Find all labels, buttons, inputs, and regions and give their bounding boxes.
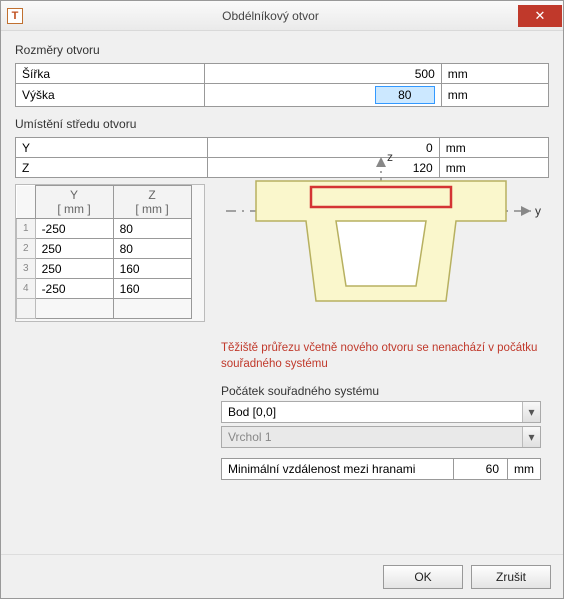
center-z-label: Z: [16, 158, 208, 178]
coord-table-wrap: Y [ mm ] Z [ mm ] 1 -250 80 2 250 8: [15, 184, 205, 322]
width-unit: mm: [441, 64, 548, 84]
dialog-footer: OK Zrušit: [1, 554, 563, 598]
table-row[interactable]: 2 250 80: [17, 239, 192, 259]
table-empty-row[interactable]: [17, 299, 192, 319]
height-unit: mm: [441, 84, 548, 107]
chevron-down-icon: ▾: [522, 402, 540, 422]
center-y-label: Y: [16, 138, 208, 158]
coord-header-y: Y [ mm ]: [35, 186, 113, 219]
coord-table[interactable]: Y [ mm ] Z [ mm ] 1 -250 80 2 250 8: [16, 185, 192, 319]
section-diagram: y z: [221, 151, 541, 331]
height-label: Výška: [16, 84, 205, 107]
center-section-label: Umístění středu otvoru: [15, 117, 549, 131]
min-dist-unit: mm: [508, 459, 541, 480]
axis-z-label: z: [387, 151, 393, 164]
min-dist-label: Minimální vzdálenost mezi hranami: [222, 459, 454, 480]
ok-button[interactable]: OK: [383, 565, 463, 589]
min-dist-value-cell[interactable]: [454, 459, 508, 480]
cell-y[interactable]: 250: [35, 259, 113, 279]
origin-combo[interactable]: Bod [0,0] ▾: [221, 401, 541, 423]
row-num: [17, 299, 36, 319]
cell-z[interactable]: 80: [113, 239, 191, 259]
cell-y[interactable]: -250: [35, 219, 113, 239]
vertex-combo: Vrchol 1 ▾: [221, 426, 541, 448]
row-num: 3: [17, 259, 36, 279]
origin-label: Počátek souřadného systému: [221, 384, 545, 398]
row-num: 4: [17, 279, 36, 299]
cell-z[interactable]: 160: [113, 259, 191, 279]
vertex-combo-value: Vrchol 1: [222, 430, 522, 444]
diagram-svg: y z: [221, 151, 541, 331]
coord-corner: [17, 186, 36, 219]
dimensions-table: Šířka mm Výška mm: [15, 63, 549, 107]
width-label: Šířka: [16, 64, 205, 84]
table-row[interactable]: 1 -250 80: [17, 219, 192, 239]
cell-y[interactable]: -250: [35, 279, 113, 299]
height-value-cell[interactable]: [204, 84, 441, 107]
row-num: 2: [17, 239, 36, 259]
titlebar: T Obdélníkový otvor ✕: [1, 1, 563, 31]
height-input[interactable]: [375, 86, 435, 104]
app-icon: T: [7, 8, 23, 24]
close-button[interactable]: ✕: [518, 5, 562, 27]
dialog-window: T Obdélníkový otvor ✕ Rozměry otvoru Šíř…: [0, 0, 564, 599]
cancel-button[interactable]: Zrušit: [471, 565, 551, 589]
right-column: y z Těžiště průřezu včetně nového otvoru…: [221, 151, 545, 480]
content-area: Rozměry otvoru Šířka mm Výška mm Umístěn…: [1, 31, 563, 554]
chevron-down-icon: ▾: [522, 427, 540, 447]
height-row: Výška mm: [16, 84, 549, 107]
axis-y-label: y: [535, 204, 541, 218]
cell-y[interactable]: 250: [35, 239, 113, 259]
table-row[interactable]: 3 250 160: [17, 259, 192, 279]
min-dist-input[interactable]: [460, 461, 501, 477]
origin-combo-value: Bod [0,0]: [222, 405, 522, 419]
table-row[interactable]: 4 -250 160: [17, 279, 192, 299]
warning-text: Těžiště průřezu včetně nového otvoru se …: [221, 341, 545, 372]
width-input[interactable]: [211, 67, 435, 81]
row-num: 1: [17, 219, 36, 239]
coord-header-z: Z [ mm ]: [113, 186, 191, 219]
width-value-cell[interactable]: [204, 64, 441, 84]
cell-z[interactable]: 80: [113, 219, 191, 239]
close-icon: ✕: [535, 8, 546, 24]
cell-z[interactable]: 160: [113, 279, 191, 299]
window-title: Obdélníkový otvor: [23, 9, 518, 23]
cell-y[interactable]: [35, 299, 113, 319]
cell-z[interactable]: [113, 299, 191, 319]
width-row: Šířka mm: [16, 64, 549, 84]
dimensions-section-label: Rozměry otvoru: [15, 43, 549, 57]
min-dist-table: Minimální vzdálenost mezi hranami mm: [221, 458, 541, 480]
